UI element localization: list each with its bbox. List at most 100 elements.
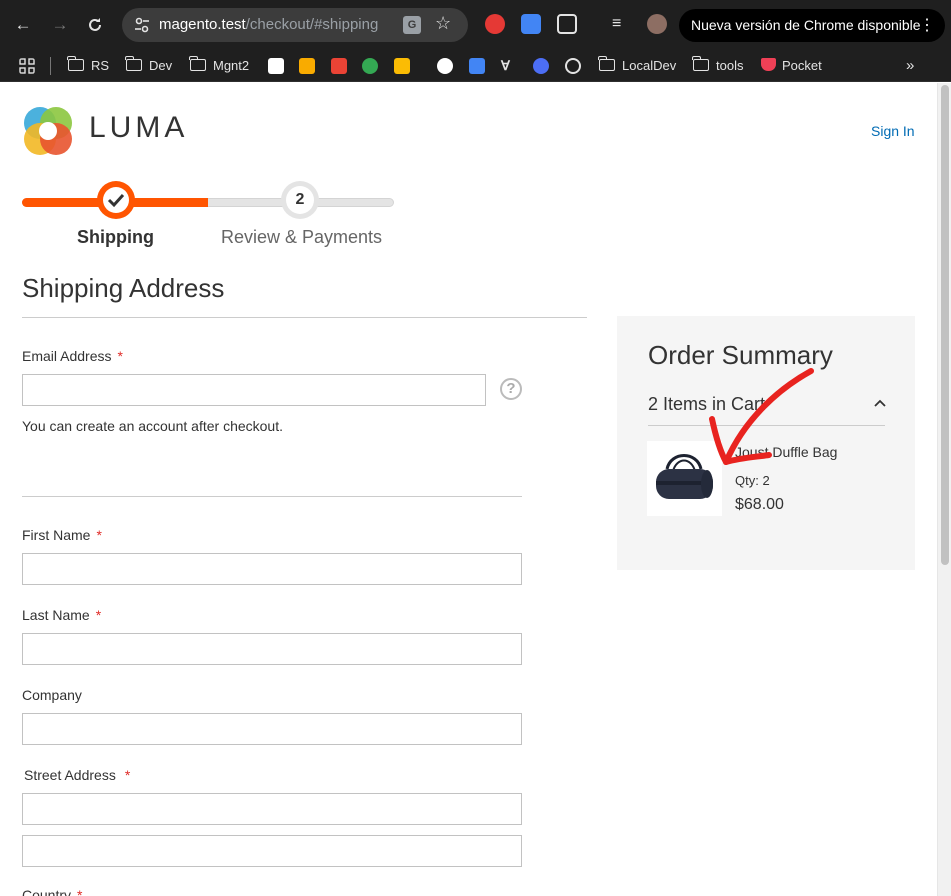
street-address-label: Street Address * [24,767,130,783]
screen: ← → magento.test/checkout/#shipping G ☆ … [0,0,951,896]
translate-bookmark-icon[interactable] [469,58,485,74]
required-mark: * [77,887,83,896]
step-review-indicator: 2 [281,181,319,219]
last-name-field[interactable] [22,633,522,665]
logo-text[interactable]: LUMA [89,111,188,145]
site-settings-icon[interactable] [132,15,152,35]
last-name-label-text: Last Name [22,607,90,623]
extension-stop-icon[interactable] [485,14,505,34]
title-divider [22,317,587,318]
email-label: Email Address * [22,348,123,364]
update-label: Nueva versión de Chrome disponible [691,17,921,33]
photos-icon[interactable] [362,58,378,74]
help-icon[interactable]: ? [500,378,522,400]
folder-icon [598,56,615,71]
required-mark: * [95,607,102,623]
drive-icon[interactable] [394,58,410,74]
required-mark: * [117,348,123,364]
media-control-icon[interactable]: ≡ [612,14,632,34]
google-icon[interactable] [437,58,453,74]
bookmark-label: tools [716,58,744,73]
url-path: /checkout/#shipping [245,16,379,33]
product-qty: Qty: 2 [735,473,770,488]
pocket-icon [761,58,776,71]
chrome-update-button[interactable]: Nueva versión de Chrome disponible ⋮ [679,9,945,42]
reload-icon[interactable] [82,12,108,38]
url-text[interactable]: magento.test/checkout/#shipping [159,16,378,33]
bookmark-folder-localdev[interactable]: LocalDev [598,55,677,77]
duffle-bag-image [656,454,713,499]
more-bookmarks-icon[interactable]: » [906,55,914,77]
bookmark-label: Mgnt2 [213,58,250,73]
folder-icon [189,56,206,71]
gmail-icon[interactable] [331,58,347,74]
email-field[interactable] [22,374,486,406]
company-label: Company [22,687,82,703]
bookmarks-bar: RS Dev Mgnt2 Ɐ LocalDev tools Pocket » [0,50,951,82]
last-name-label: Last Name * [22,607,101,623]
extensions-puzzle-icon[interactable] [557,14,577,34]
apps-grid-icon[interactable] [19,58,35,74]
chevron-up-icon[interactable] [873,396,887,410]
step-number: 2 [286,186,314,214]
bookmark-folder-mgnt2[interactable]: Mgnt2 [189,55,250,77]
openai-icon[interactable] [565,58,581,74]
bookmark-label: LocalDev [622,58,677,73]
required-mark: * [96,527,102,543]
country-label-text: Country [22,887,72,896]
keep-icon[interactable] [299,58,315,74]
email-divider [22,496,522,497]
checkout-page: LUMA Sign In 2 Shipping Review & Payment… [0,83,937,896]
luma-logo-icon[interactable] [22,105,74,157]
back-icon[interactable]: ← [10,12,36,38]
step-shipping-label: Shipping [77,227,154,247]
first-name-label: First Name * [22,527,102,543]
company-label-text: Company [22,687,82,703]
profile-avatar[interactable] [647,14,667,34]
bookmark-label: Pocket [782,58,822,73]
first-name-label-text: First Name [22,527,91,543]
forward-icon[interactable]: → [47,12,73,38]
email-note: You can create an account after checkout… [22,418,283,434]
notion-icon[interactable] [268,58,284,74]
compass-icon[interactable] [533,58,549,74]
scrollbar-thumb[interactable] [941,85,949,565]
items-in-cart-toggle[interactable]: 2 Items in Cart [648,394,765,415]
company-field[interactable] [22,713,522,745]
folder-icon [692,56,709,71]
bookmark-folder-dev[interactable]: Dev [125,55,173,77]
product-price: $68.00 [735,496,784,513]
step-shipping-indicator [97,181,135,219]
bookmark-folder-rs[interactable]: RS [67,55,110,77]
extension-translate-icon[interactable] [521,14,541,34]
folder-icon [67,56,84,71]
url-host: magento.test [159,16,246,33]
email-label-text: Email Address [22,348,112,364]
product-thumbnail [647,441,722,516]
bookmark-separator [50,57,51,75]
street-label-text: Street Address [24,767,116,783]
bookmark-folder-tools[interactable]: tools [692,55,744,77]
bookmark-pocket[interactable]: Pocket [761,55,822,77]
required-mark: * [124,767,131,783]
font-icon[interactable]: Ɐ [501,58,517,74]
first-name-field[interactable] [22,553,522,585]
country-label: Country * [22,887,82,896]
summary-divider [648,425,885,426]
page-scrollbar[interactable] [937,83,951,896]
translate-icon[interactable]: G [403,16,421,34]
shipping-address-title: Shipping Address [22,273,225,303]
street-address-line1-field[interactable] [22,793,522,825]
address-bar[interactable]: magento.test/checkout/#shipping G ☆ [122,8,468,42]
bookmark-label: Dev [149,58,173,73]
checkmark-icon [107,193,125,208]
sign-in-link[interactable]: Sign In [871,123,915,139]
step-review-label: Review & Payments [221,227,383,247]
menu-dots-icon[interactable]: ⋮ [919,9,935,42]
order-summary-title: Order Summary [648,340,833,370]
folder-icon [125,56,142,71]
street-address-line2-field[interactable] [22,835,522,867]
bookmark-star-icon[interactable]: ☆ [435,13,451,34]
order-summary: Order Summary 2 Items in Cart Joust Duff… [617,316,915,570]
bookmark-label: RS [91,58,110,73]
